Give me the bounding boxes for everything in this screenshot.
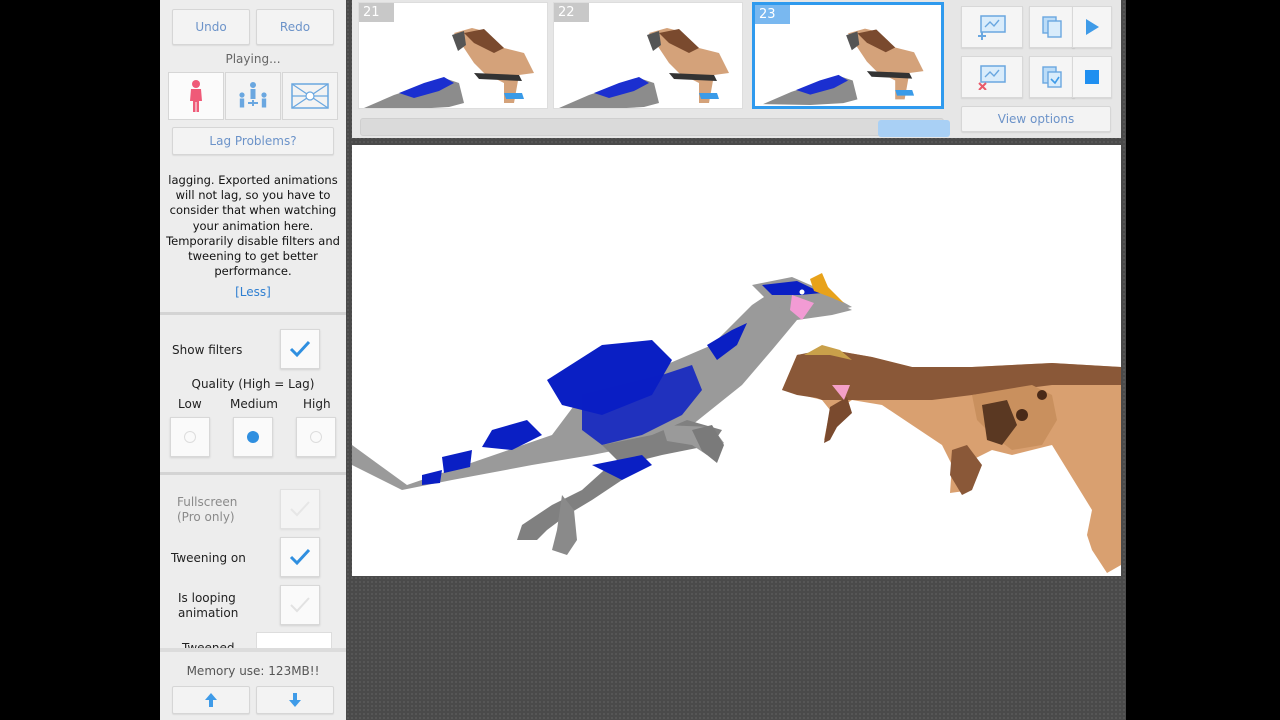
quality-high-radio[interactable]	[296, 417, 336, 457]
frame-number: 23	[755, 5, 790, 24]
play-icon	[1086, 19, 1099, 35]
delete-frame-button[interactable]	[961, 56, 1023, 98]
group-icon	[239, 82, 267, 108]
memory-footer: Memory use: 123MB!!	[160, 648, 346, 720]
play-button[interactable]	[1072, 6, 1112, 48]
frame-number: 21	[359, 3, 394, 22]
lag-problems-button[interactable]: Lag Problems?	[172, 127, 334, 155]
person-icon	[190, 80, 202, 112]
redo-button[interactable]: Redo	[256, 9, 334, 45]
quality-low-label: Low	[178, 397, 202, 411]
quality-high-label: High	[303, 397, 331, 411]
quality-low-radio[interactable]	[170, 417, 210, 457]
mode-group-button[interactable]	[225, 72, 281, 120]
frame-thumbnail[interactable]: 22	[553, 2, 743, 109]
quality-medium-radio[interactable]	[233, 417, 273, 457]
stop-button[interactable]	[1072, 56, 1112, 98]
copy-icon	[1042, 16, 1062, 38]
paste-frame-button[interactable]	[1029, 56, 1075, 98]
copy-frame-button[interactable]	[1029, 6, 1075, 48]
left-panel: Undo Redo Playing... Lag Problems? laggi…	[160, 0, 346, 720]
less-link[interactable]: [Less]	[160, 285, 346, 299]
checkmark-icon	[290, 597, 310, 613]
scene-drawing	[352, 273, 1121, 573]
animation-canvas[interactable]	[352, 145, 1121, 576]
section-divider	[160, 312, 346, 315]
checkmark-icon	[289, 340, 311, 358]
fullscreen-checkbox[interactable]	[280, 489, 320, 529]
tweening-checkbox[interactable]	[280, 537, 320, 577]
quality-label: Quality (High = Lag)	[191, 377, 315, 391]
raptor-figure	[352, 273, 852, 555]
radio-selected-icon	[247, 431, 259, 443]
frame-thumbnail-selected[interactable]: 23	[752, 2, 944, 109]
view-options-button[interactable]: View options	[961, 106, 1111, 132]
radio-empty-icon	[184, 431, 196, 443]
looping-checkbox[interactable]	[280, 585, 320, 625]
timeline-scroll-thumb[interactable]	[878, 120, 950, 137]
app-window: Undo Redo Playing... Lag Problems? laggi…	[0, 0, 1280, 720]
paste-icon	[1042, 66, 1062, 88]
checkmark-icon	[289, 548, 311, 566]
frame-thumbnail[interactable]: 21	[358, 2, 548, 109]
looping-label: Is looping animation	[178, 591, 239, 620]
show-filters-checkbox[interactable]	[280, 329, 320, 369]
add-frame-icon	[978, 15, 1006, 40]
checkmark-icon	[290, 501, 310, 517]
status-text: Playing...	[225, 52, 281, 66]
fullscreen-label: Fullscreen (Pro only)	[177, 495, 238, 524]
stop-icon	[1085, 70, 1099, 84]
section-divider	[160, 472, 346, 475]
frame-number: 22	[554, 3, 589, 22]
arrow-down-icon	[289, 693, 301, 707]
mode-background-button[interactable]	[282, 72, 338, 120]
timeline-scrollbar[interactable]	[360, 118, 950, 137]
carnosaur-figure	[782, 345, 1121, 573]
memory-text: Memory use: 123MB!!	[186, 664, 320, 678]
move-down-button[interactable]	[256, 686, 334, 714]
undo-button[interactable]: Undo	[172, 9, 250, 45]
frame-toolbar: View options	[955, 0, 1121, 138]
quality-medium-label: Medium	[230, 397, 278, 411]
delete-frame-icon	[978, 65, 1006, 90]
mode-single-button[interactable]	[168, 72, 224, 120]
radio-empty-icon	[310, 431, 322, 443]
show-filters-label: Show filters	[172, 343, 243, 357]
move-up-button[interactable]	[172, 686, 250, 714]
arrow-up-icon	[205, 693, 217, 707]
background-icon	[291, 83, 329, 109]
add-frame-button[interactable]	[961, 6, 1023, 48]
lag-info-text: lagging. Exported animations will not la…	[166, 173, 340, 279]
tweening-label: Tweening on	[171, 551, 246, 565]
